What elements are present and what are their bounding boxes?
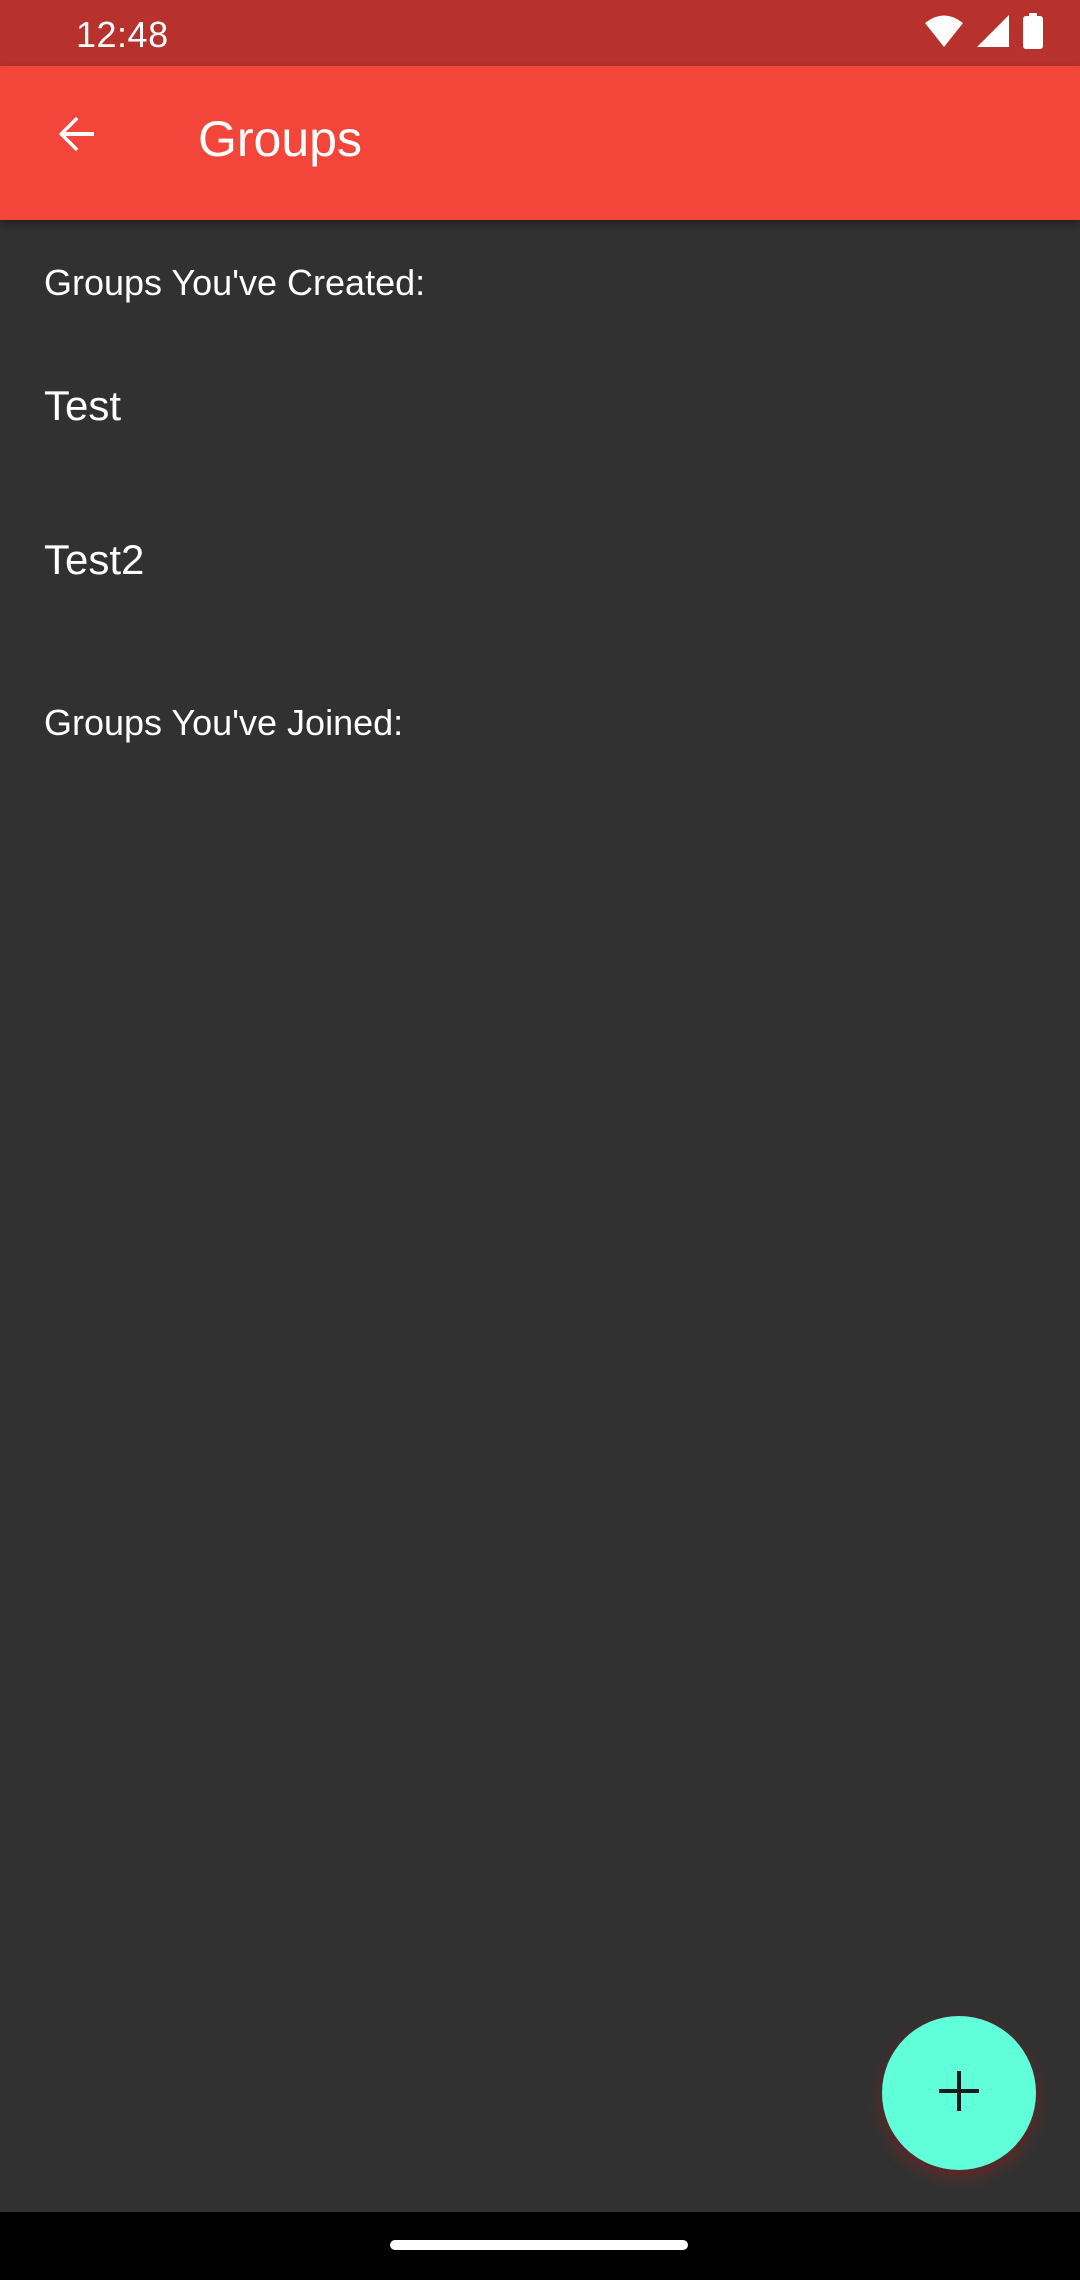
page-title: Groups [198,111,362,167]
home-indicator[interactable] [390,2240,688,2250]
joined-groups-header: Groups You've Joined: [44,702,404,743]
created-groups-header: Groups You've Created: [44,262,426,303]
groups-screen: 12:48 Groups Groups You've Created: Test… [0,0,1080,2280]
plus-icon [937,2069,981,2118]
battery-icon [1022,12,1044,54]
group-list-item[interactable]: Test [0,382,1080,512]
wifi-icon [924,14,964,53]
cellular-signal-icon [976,14,1010,53]
system-nav-bar [0,2212,1080,2280]
add-group-button[interactable] [882,2016,1036,2170]
group-name: Test [44,382,122,429]
app-bar: Groups [0,66,1080,220]
group-list-item[interactable]: Test2 [0,536,1080,666]
arrow-back-icon [52,110,100,163]
status-icons [924,12,1044,54]
status-time: 12:48 [76,14,169,55]
back-button[interactable] [34,94,118,178]
group-name: Test2 [44,536,145,583]
status-bar: 12:48 [0,0,1080,66]
